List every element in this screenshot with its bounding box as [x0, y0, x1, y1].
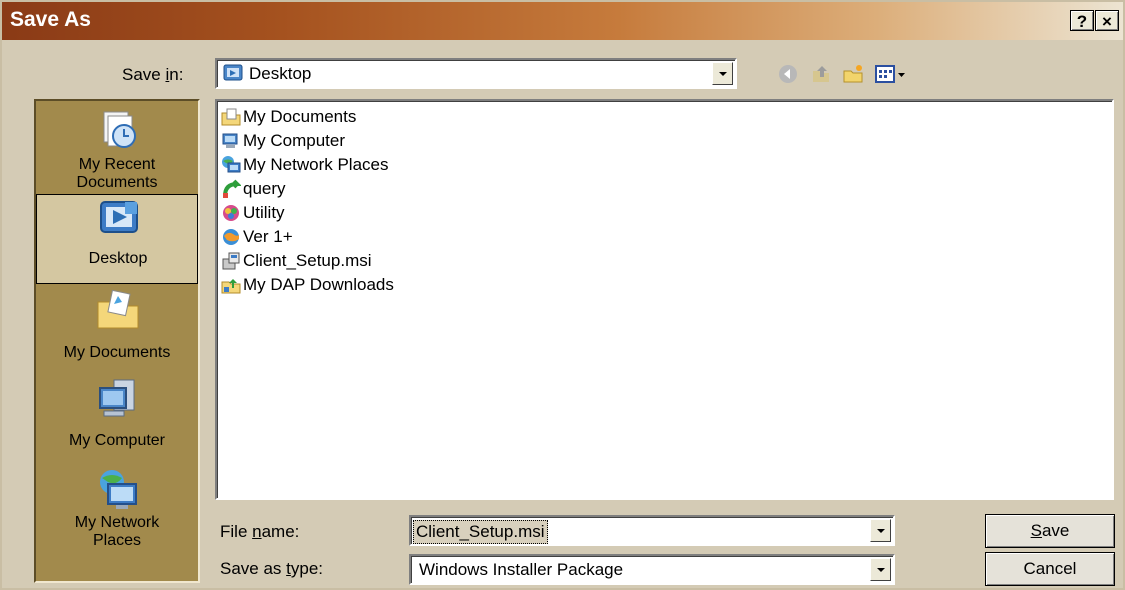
title-bar[interactable]: Save As ? ×: [2, 2, 1123, 40]
file-name: Ver 1+: [243, 227, 293, 246]
save-in-label: Save in:: [122, 65, 184, 84]
file-name-label: File name:: [220, 522, 300, 541]
my-network-places-icon: [94, 468, 142, 512]
place-desktop[interactable]: Desktop: [36, 194, 198, 284]
place-my-computer[interactable]: My Computer: [36, 374, 198, 464]
place-my-network-places[interactable]: My Network Places: [36, 464, 198, 554]
place-label: My Computer: [68, 432, 166, 449]
save-button[interactable]: Save: [985, 514, 1115, 548]
file-name: Utility: [243, 203, 285, 222]
file-name: My DAP Downloads: [243, 275, 394, 294]
file-name: My Documents: [243, 107, 357, 126]
installer-icon: [221, 251, 241, 271]
save-as-type-label: Save as type:: [220, 559, 324, 578]
window-title: Save As: [10, 8, 91, 31]
file-name: query: [243, 179, 286, 198]
file-name-value: Client_Setup.msi: [413, 520, 548, 544]
file-name: My Computer: [243, 131, 346, 150]
places-bar: My Recent Documents Desktop My Documents…: [34, 99, 200, 583]
place-label: Desktop: [88, 250, 148, 267]
place-label: My Recent Documents: [76, 156, 158, 191]
file-name: My Network Places: [243, 155, 389, 174]
new-folder-icon[interactable]: [842, 63, 864, 85]
downloads-folder-icon: [221, 275, 241, 295]
close-button[interactable]: ×: [1095, 10, 1119, 31]
view-menu-icon[interactable]: [874, 63, 908, 85]
shortcut-green-icon: [221, 179, 242, 199]
my-computer-icon: [94, 378, 142, 422]
recent-documents-icon: [94, 108, 142, 152]
file-list[interactable]: My Documents My Computer My Network Plac…: [215, 99, 1114, 500]
place-my-documents[interactable]: My Documents: [36, 284, 198, 374]
desktop-icon: [223, 64, 243, 83]
save-in-value: Desktop: [249, 64, 312, 83]
my-documents-icon: [94, 288, 142, 332]
utility-icon: [221, 203, 241, 223]
back-icon[interactable]: [777, 63, 799, 85]
file-name-dropdown-arrow[interactable]: [870, 519, 891, 542]
save-in-dropdown[interactable]: Desktop: [215, 58, 737, 89]
save-as-dialog: Save As ? × Save in: Desktop My Recent D…: [0, 0, 1125, 590]
up-folder-icon[interactable]: [810, 63, 832, 85]
desktop-icon: [95, 199, 143, 243]
computer-icon: [221, 131, 241, 151]
place-my-recent-documents[interactable]: My Recent Documents: [36, 104, 198, 194]
cancel-button[interactable]: Cancel: [985, 552, 1115, 586]
save-as-type-dropdown-arrow[interactable]: [870, 558, 891, 581]
save-as-type-value: Windows Installer Package: [419, 560, 624, 579]
file-name: Client_Setup.msi: [243, 251, 372, 270]
save-as-type-dropdown[interactable]: Windows Installer Package: [409, 554, 895, 585]
help-button[interactable]: ?: [1070, 10, 1094, 31]
place-label: My Network Places: [74, 514, 160, 549]
save-in-dropdown-arrow[interactable]: [712, 62, 733, 85]
folder-documents-icon: [221, 107, 241, 127]
network-icon: [221, 155, 241, 175]
file-name-input[interactable]: Client_Setup.msi: [409, 515, 895, 546]
globe-icon: [221, 227, 241, 247]
place-label: My Documents: [63, 344, 171, 361]
